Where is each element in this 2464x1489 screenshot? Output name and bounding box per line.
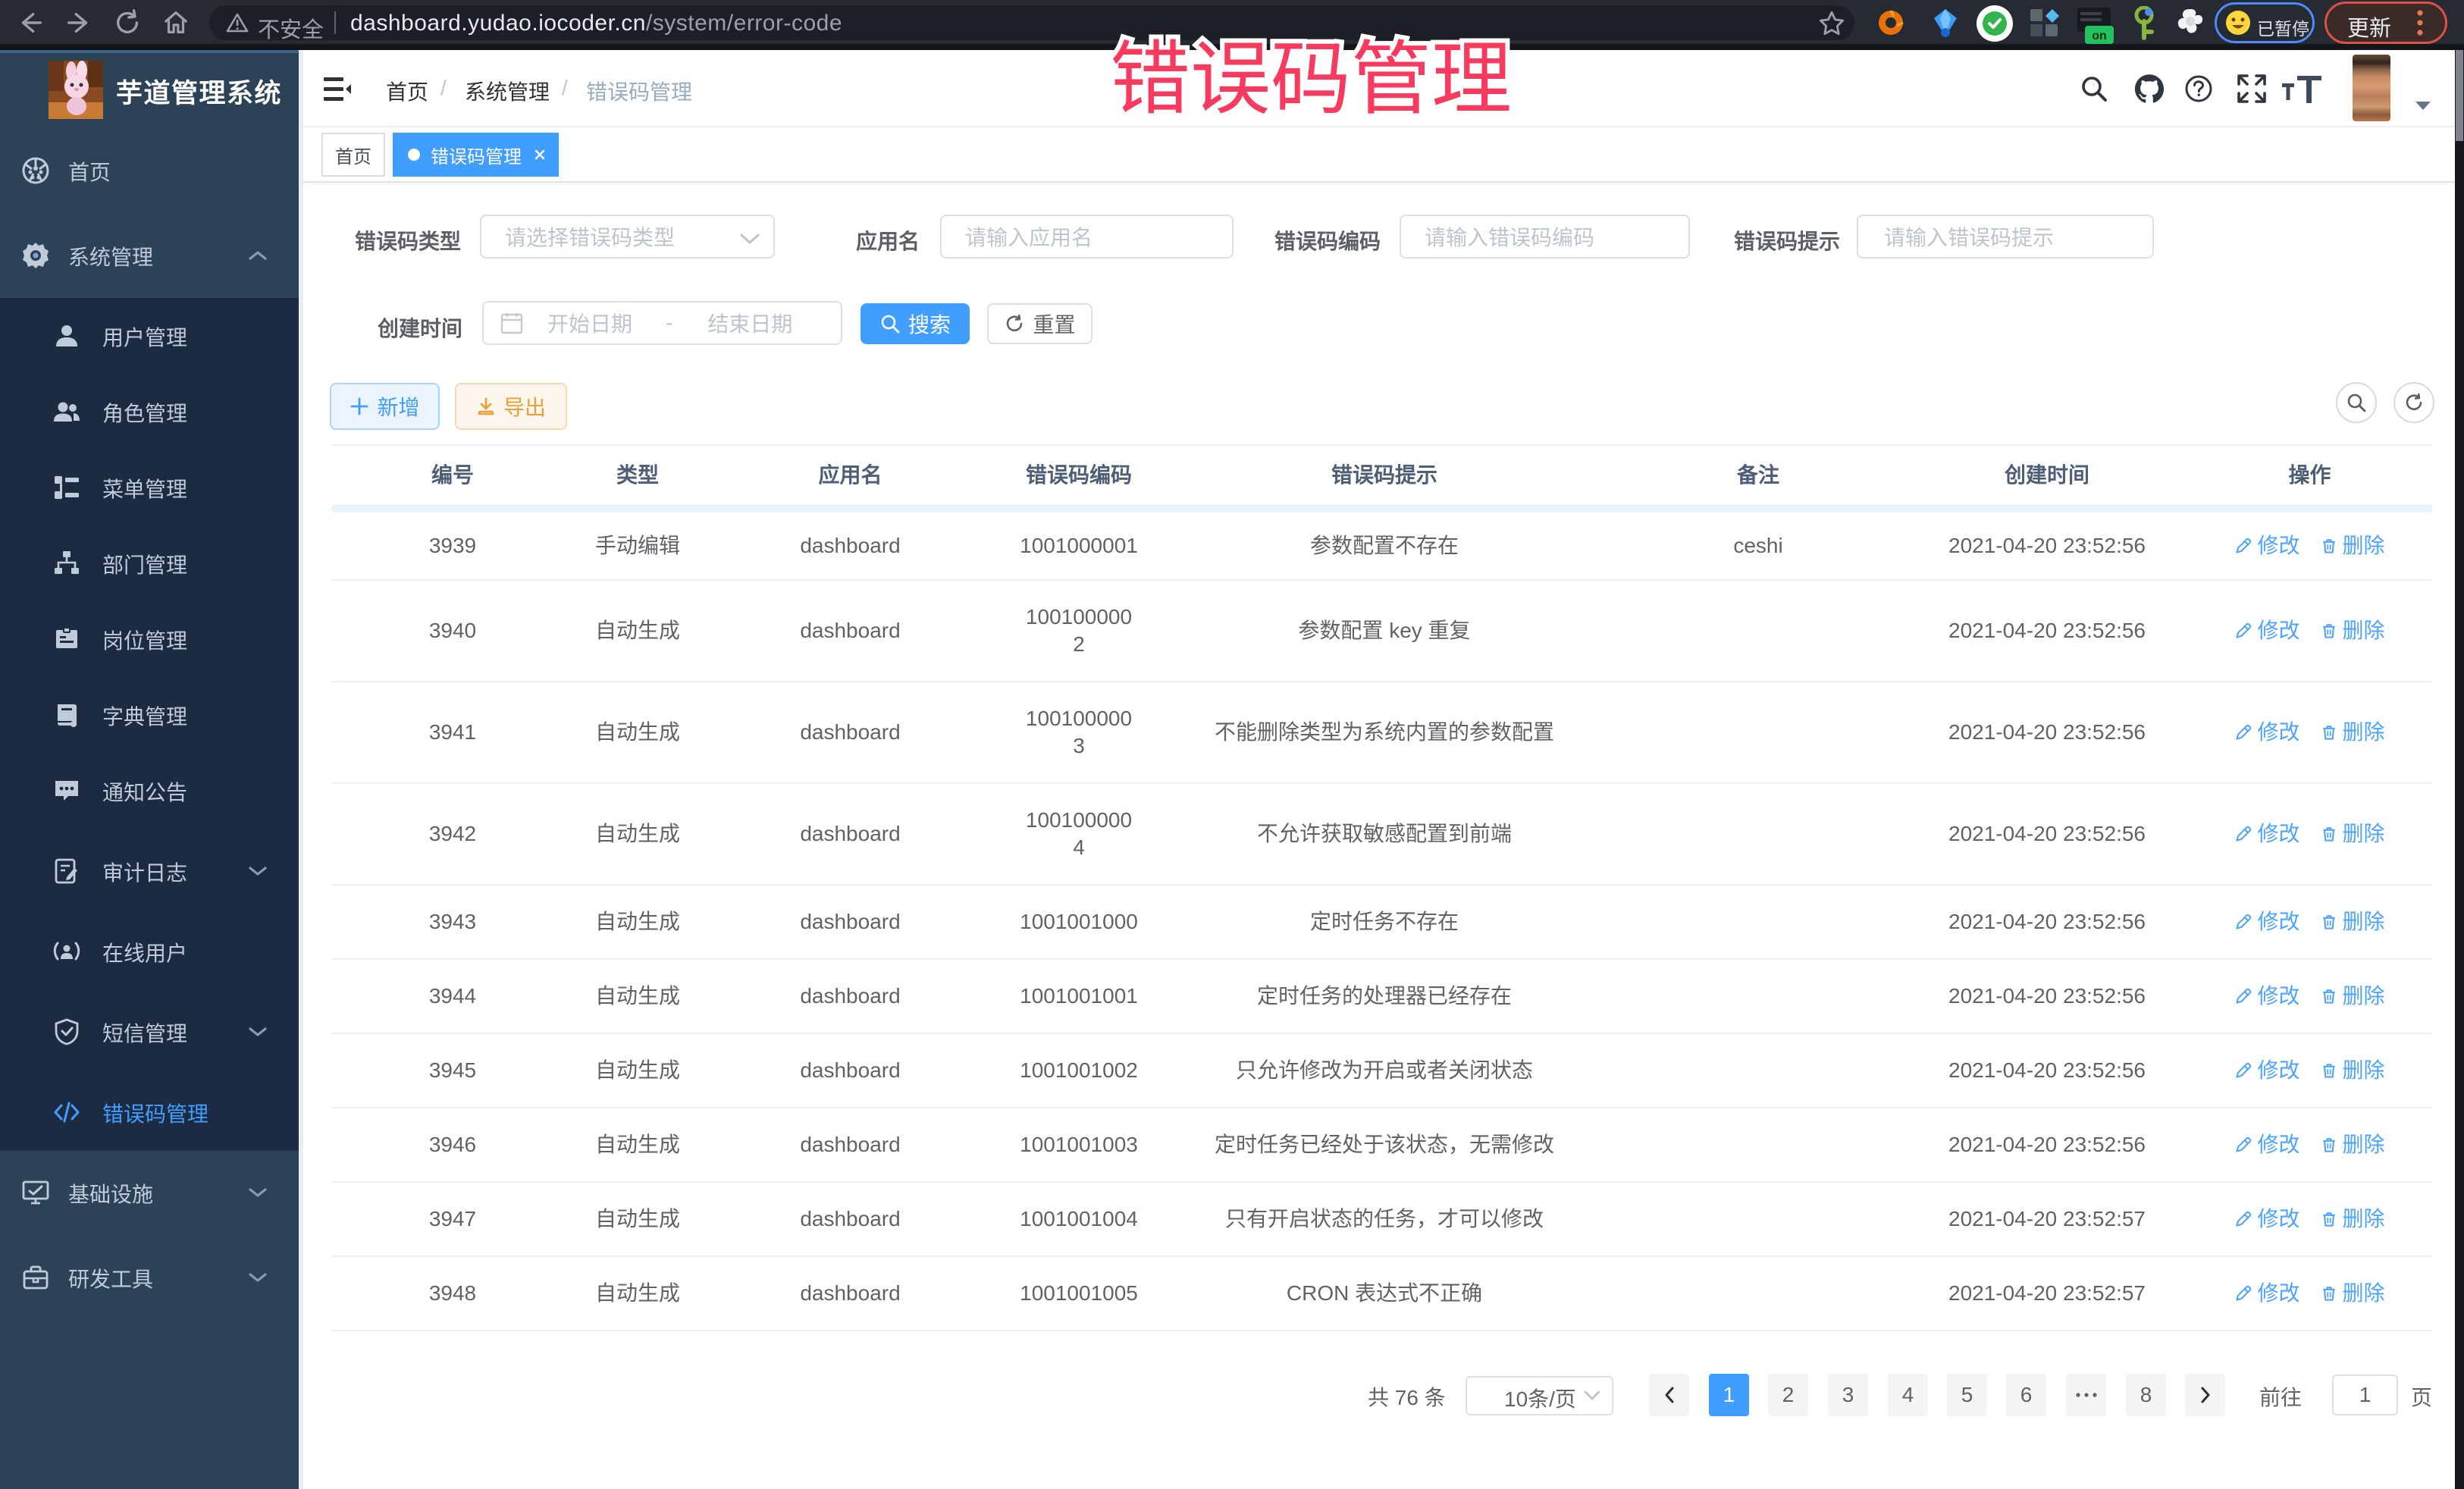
svg-text:on: on (2092, 30, 2107, 42)
